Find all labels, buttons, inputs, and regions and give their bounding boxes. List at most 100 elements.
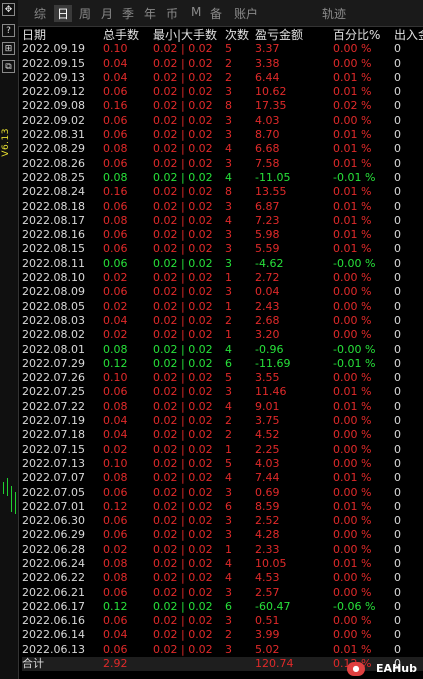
col-percent[interactable]: 百分比% <box>333 28 380 42</box>
col-deposit[interactable]: 出入金 <box>394 28 423 42</box>
table-row[interactable]: 2022.06.28 0.02 0.02 | 0.02 1 2.33 0.00 % 0 <box>22 543 423 557</box>
row-percent: 0.00 % <box>333 271 372 285</box>
table-row[interactable]: 2022.08.24 0.16 0.02 | 0.02 8 13.55 0.01 % 0 <box>22 185 423 199</box>
table-row[interactable]: 2022.07.05 0.06 0.02 | 0.02 3 0.69 0.00 % 0 <box>22 486 423 500</box>
table-row[interactable]: 2022.06.22 0.08 0.02 | 0.02 4 4.53 0.00 % 0 <box>22 571 423 585</box>
row-date: 2022.06.17 <box>22 599 85 613</box>
table-row[interactable]: 2022.07.19 0.04 0.02 | 0.02 2 3.75 0.00 % 0 <box>22 414 423 428</box>
table-row[interactable]: 2022.06.17 0.12 0.02 | 0.02 6 -60.47 -0.06 % 0 <box>22 600 423 614</box>
table-row[interactable]: 2022.08.29 0.08 0.02 | 0.02 4 6.68 0.01 % 0 <box>22 142 423 156</box>
table-row[interactable]: 2022.08.15 0.06 0.02 | 0.02 3 5.59 0.01 % 0 <box>22 242 423 256</box>
table-row[interactable]: 2022.08.18 0.06 0.02 | 0.02 3 6.87 0.01 % 0 <box>22 200 423 214</box>
table-row[interactable]: 2022.07.01 0.12 0.02 | 0.02 6 8.59 0.01 % 0 <box>22 500 423 514</box>
table-row[interactable]: 2022.06.30 0.06 0.02 | 0.02 3 2.52 0.00 % 0 <box>22 514 423 528</box>
row-count: 6 <box>225 599 232 613</box>
row-percent: 0.01 % <box>333 185 372 199</box>
table-row[interactable]: 2022.07.26 0.10 0.02 | 0.02 5 3.55 0.00 % 0 <box>22 371 423 385</box>
table-row[interactable]: 2022.08.11 0.06 0.02 | 0.02 3 -4.62 -0.00 % 0 <box>22 257 423 271</box>
layout-icon[interactable]: ⊞ <box>2 42 15 55</box>
table-row[interactable]: 2022.06.14 0.04 0.02 | 0.02 2 3.99 0.00 % 0 <box>22 628 423 642</box>
row-total-lots: 0.06 <box>103 585 128 599</box>
table-row[interactable]: 2022.08.10 0.02 0.02 | 0.02 1 2.72 0.00 % 0 <box>22 271 423 285</box>
col-total-lots[interactable]: 总手数 <box>103 28 139 42</box>
tab-year[interactable]: 年 <box>144 5 156 22</box>
table-row[interactable]: 2022.07.18 0.04 0.02 | 0.02 2 4.52 0.00 % 0 <box>22 428 423 442</box>
table-row[interactable]: 2022.07.07 0.08 0.02 | 0.02 4 7.44 0.01 % 0 <box>22 471 423 485</box>
tab-magic[interactable]: M <box>191 5 201 19</box>
tab-track[interactable]: 轨迹 <box>322 5 346 22</box>
window-icon[interactable]: ⧉ <box>2 60 15 73</box>
col-date[interactable]: 日期 <box>22 28 46 42</box>
row-percent: 0.00 % <box>333 628 372 642</box>
row-percent: 0.00 % <box>333 299 372 313</box>
col-min-max-lots[interactable]: 最小|大手数 <box>153 28 217 42</box>
table-row[interactable]: 2022.07.15 0.02 0.02 | 0.02 1 2.25 0.00 % 0 <box>22 443 423 457</box>
row-deposit: 0 <box>394 642 401 656</box>
table-row[interactable]: 2022.08.16 0.06 0.02 | 0.02 3 5.98 0.01 % 0 <box>22 228 423 242</box>
row-pnl: 2.57 <box>255 585 280 599</box>
row-min-max-lots: 0.02 | 0.02 <box>153 299 213 313</box>
table-row[interactable]: 2022.07.22 0.08 0.02 | 0.02 4 9.01 0.01 % 0 <box>22 400 423 414</box>
table-row[interactable]: 2022.07.13 0.10 0.02 | 0.02 5 4.03 0.00 % 0 <box>22 457 423 471</box>
row-pnl: 4.52 <box>255 428 280 442</box>
table-row[interactable]: 2022.08.03 0.04 0.02 | 0.02 2 2.68 0.00 % 0 <box>22 314 423 328</box>
col-count[interactable]: 次数 <box>225 28 249 42</box>
row-date: 2022.08.05 <box>22 299 85 313</box>
table-row[interactable]: 2022.08.31 0.06 0.02 | 0.02 3 8.70 0.01 % 0 <box>22 128 423 142</box>
table-row[interactable]: 2022.08.02 0.02 0.02 | 0.02 1 3.20 0.00 % 0 <box>22 328 423 342</box>
table-row[interactable]: 2022.06.13 0.06 0.02 | 0.02 3 5.02 0.01 % 0 <box>22 643 423 657</box>
row-deposit: 0 <box>394 556 401 570</box>
tab-week[interactable]: 周 <box>79 5 91 22</box>
row-pnl: -0.96 <box>255 342 284 356</box>
row-total-lots: 0.06 <box>103 614 128 628</box>
tab-day[interactable]: 日 <box>54 5 73 22</box>
row-count: 4 <box>225 142 232 156</box>
row-percent: 0.01 % <box>333 70 372 84</box>
row-min-max-lots: 0.02 | 0.02 <box>153 285 213 299</box>
table-row[interactable]: 2022.06.16 0.06 0.02 | 0.02 3 0.51 0.00 % 0 <box>22 614 423 628</box>
table-row[interactable]: 2022.09.08 0.16 0.02 | 0.02 8 17.35 0.02 % 0 <box>22 99 423 113</box>
table-row[interactable]: 2022.09.13 0.04 0.02 | 0.02 2 6.44 0.01 % 0 <box>22 71 423 85</box>
row-date: 2022.07.26 <box>22 371 85 385</box>
table-row[interactable]: 2022.08.26 0.06 0.02 | 0.02 3 7.58 0.01 % 0 <box>22 157 423 171</box>
row-deposit: 0 <box>394 356 401 370</box>
row-total-lots: 0.04 <box>103 313 128 327</box>
table-row[interactable]: 2022.08.09 0.06 0.02 | 0.02 3 0.04 0.00 % 0 <box>22 285 423 299</box>
row-percent: 0.00 % <box>333 313 372 327</box>
row-total-lots: 0.06 <box>103 242 128 256</box>
row-total-lots: 0.06 <box>103 228 128 242</box>
row-date: 2022.08.03 <box>22 313 85 327</box>
col-pnl[interactable]: 盈亏金额 <box>255 28 303 42</box>
table-header: 日期 总手数 最小|大手数 次数 盈亏金额 百分比% 出入金 <box>22 28 423 42</box>
tab-currency[interactable]: 币 <box>166 5 178 22</box>
table-row[interactable]: 2022.07.29 0.12 0.02 | 0.02 6 -11.69 -0.01 % 0 <box>22 357 423 371</box>
row-deposit: 0 <box>394 485 401 499</box>
row-percent: 0.01 % <box>333 142 372 156</box>
tab-account[interactable]: 账户 <box>234 5 258 22</box>
table-row[interactable]: 2022.08.05 0.02 0.02 | 0.02 1 2.43 0.00 % 0 <box>22 300 423 314</box>
table-row[interactable]: 2022.06.21 0.06 0.02 | 0.02 3 2.57 0.00 % 0 <box>22 586 423 600</box>
table-row[interactable]: 2022.08.01 0.08 0.02 | 0.02 4 -0.96 -0.00 % 0 <box>22 343 423 357</box>
row-total-lots: 0.06 <box>103 128 128 142</box>
table-row[interactable]: 2022.06.24 0.08 0.02 | 0.02 4 10.05 0.01 % 0 <box>22 557 423 571</box>
table-row[interactable]: 2022.08.17 0.08 0.02 | 0.02 4 7.23 0.01 % 0 <box>22 214 423 228</box>
table-row[interactable]: 2022.09.12 0.06 0.02 | 0.02 3 10.62 0.01 % 0 <box>22 85 423 99</box>
row-count: 3 <box>225 113 232 127</box>
table-row[interactable]: 2022.08.25 0.08 0.02 | 0.02 4 -11.05 -0.01 % 0 <box>22 171 423 185</box>
total-label: 合计 <box>22 657 44 671</box>
table-row[interactable]: 2022.06.29 0.06 0.02 | 0.02 3 4.28 0.00 % 0 <box>22 528 423 542</box>
row-count: 3 <box>225 85 232 99</box>
table-row[interactable]: 2022.07.25 0.06 0.02 | 0.02 3 11.46 0.01 % 0 <box>22 385 423 399</box>
table-row[interactable]: 2022.09.02 0.06 0.02 | 0.02 3 4.03 0.00 % 0 <box>22 114 423 128</box>
table-row[interactable]: 2022.09.15 0.04 0.02 | 0.02 2 3.38 0.00 % 0 <box>22 57 423 71</box>
tab-overview[interactable]: 综 <box>34 5 46 22</box>
move-icon[interactable]: ✥ <box>2 3 15 16</box>
tab-quarter[interactable]: 季 <box>122 5 134 22</box>
row-date: 2022.08.31 <box>22 128 85 142</box>
table-row[interactable]: 2022.09.19 0.10 0.02 | 0.02 5 3.37 0.00 % 0 <box>22 42 423 56</box>
tab-notes[interactable]: 备 <box>210 5 222 22</box>
tab-month[interactable]: 月 <box>101 5 113 22</box>
help-icon[interactable]: ? <box>2 24 15 37</box>
row-deposit: 0 <box>394 428 401 442</box>
row-count: 2 <box>225 628 232 642</box>
